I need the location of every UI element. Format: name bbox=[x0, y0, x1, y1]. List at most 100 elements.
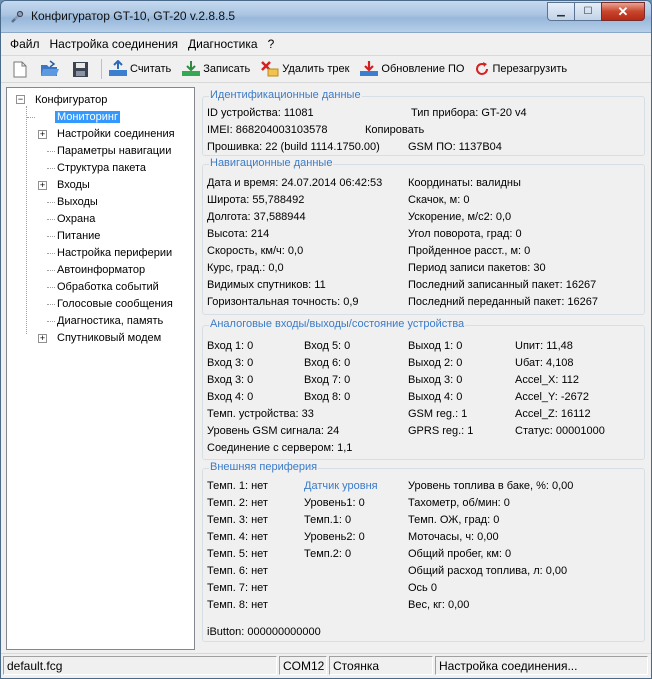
ext-value: Вес, кг: 0,00 bbox=[408, 599, 470, 611]
tree-connector-line bbox=[47, 151, 55, 152]
close-icon: ✕ bbox=[617, 3, 629, 19]
window-title: Конфигуратор GT-10, GT-20 v.2.8.8.5 bbox=[31, 9, 236, 23]
tree-item-outputs[interactable]: Выходы bbox=[55, 194, 100, 210]
imei: IMEI: 868204003103578 bbox=[207, 124, 328, 136]
expand-icon[interactable]: + bbox=[38, 130, 47, 139]
tree-connector-line bbox=[47, 287, 55, 288]
tree-item-satellite-modem[interactable]: Спутниковый модем bbox=[55, 330, 163, 346]
tree-item-diagnostics-memory[interactable]: Диагностика, память bbox=[55, 313, 165, 329]
expand-icon[interactable]: + bbox=[38, 181, 47, 190]
menu-bar: Файл Настройка соединения Диагностика ? bbox=[1, 34, 651, 54]
delete-track-icon bbox=[261, 61, 279, 77]
tree-item-power[interactable]: Питание bbox=[55, 228, 102, 244]
maximize-button[interactable]: ☐ bbox=[574, 2, 601, 21]
output-value: Выход 1: 0 bbox=[408, 340, 463, 352]
menu-help[interactable]: ? bbox=[263, 37, 280, 51]
accel-z-value: Accel_Z: 16112 bbox=[515, 408, 591, 420]
nav-value: Угол поворота, град: 0 bbox=[408, 228, 522, 240]
input-value: Вход 4: 0 bbox=[207, 391, 254, 403]
close-button[interactable]: ✕ bbox=[601, 2, 645, 21]
minimize-button[interactable]: ▁ bbox=[547, 2, 574, 21]
ident-group: Идентификационные данные ID устройства: … bbox=[202, 89, 645, 156]
tree-item-autoinformer[interactable]: Автоинформатор bbox=[55, 262, 147, 278]
open-file-button[interactable] bbox=[39, 58, 61, 80]
output-value: Выход 3: 0 bbox=[408, 374, 463, 386]
read-button[interactable]: Считать bbox=[108, 60, 171, 78]
read-label: Считать bbox=[130, 63, 172, 75]
nav-group-title: Навигационные данные bbox=[209, 157, 334, 169]
write-button[interactable]: Записать bbox=[181, 60, 250, 78]
delete-track-button[interactable]: Удалить трек bbox=[260, 60, 349, 78]
device-id: ID устройства: 11081 bbox=[207, 107, 314, 119]
copy-imei-button[interactable]: Копировать bbox=[365, 124, 424, 136]
firmware-version: Прошивка: 22 (build 1114.1750.00) bbox=[207, 141, 380, 153]
tree-item-navigation-params[interactable]: Параметры навигации bbox=[55, 143, 173, 159]
tree-connector-line bbox=[47, 219, 55, 220]
nav-value: Ускорение, м/с2: 0,0 bbox=[408, 211, 512, 223]
save-file-button[interactable] bbox=[69, 58, 91, 80]
tree-connector-line bbox=[47, 304, 55, 305]
gprs-reg: GPRS reg.: 1 bbox=[408, 425, 474, 437]
input-value: Вход 5: 0 bbox=[304, 340, 351, 352]
new-file-button[interactable] bbox=[9, 58, 31, 80]
tree-item-label: Обработка событий bbox=[57, 281, 159, 293]
nav-value: Пройденное расст., м: 0 bbox=[408, 245, 531, 257]
tree-connector-line bbox=[47, 236, 55, 237]
device-status: Статус: 00001000 bbox=[515, 425, 605, 437]
tree-item-packet-structure[interactable]: Структура пакета bbox=[55, 160, 148, 176]
ext-value: Моточасы, ч: 0,00 bbox=[408, 531, 499, 543]
tree-item-security[interactable]: Охрана bbox=[55, 211, 97, 227]
tree-root-configurator[interactable]: Конфигуратор bbox=[33, 92, 109, 108]
ext-temp: Темп. 5: нет bbox=[207, 548, 268, 560]
level1-value: Уровень1: 0 bbox=[304, 497, 365, 509]
nav-value: Дата и время: 24.07.2014 06:42:53 bbox=[207, 177, 383, 189]
input-value: Вход 3: 0 bbox=[207, 374, 254, 386]
output-value: Выход 2: 0 bbox=[408, 357, 463, 369]
nav-value: Скачок, м: 0 bbox=[408, 194, 470, 206]
nav-value: Долгота: 37,588944 bbox=[207, 211, 306, 223]
tree-connector-line bbox=[47, 253, 55, 254]
level-sensor-link[interactable]: Датчик уровня bbox=[304, 480, 378, 492]
navigation-tree[interactable]: − Конфигуратор Мониторинг + Настройки со… bbox=[6, 87, 195, 650]
title-bar[interactable]: Конфигуратор GT-10, GT-20 v.2.8.8.5 ▁ ☐ … bbox=[1, 1, 651, 33]
nav-value: Высота: 214 bbox=[207, 228, 270, 240]
tree-item-label: Диагностика, память bbox=[57, 315, 164, 327]
tree-item-label: Охрана bbox=[57, 213, 96, 225]
expand-icon[interactable]: + bbox=[38, 334, 47, 343]
tree-item-label: Питание bbox=[57, 230, 101, 242]
menu-diagnostics[interactable]: Диагностика bbox=[183, 37, 263, 51]
menu-file[interactable]: Файл bbox=[5, 37, 45, 51]
server-connection: Соединение с сервером: 1,1 bbox=[207, 442, 353, 454]
ext-value: Темп. ОЖ, град: 0 bbox=[408, 514, 500, 526]
status-port: COM12 bbox=[279, 656, 327, 675]
tree-item-label: Входы bbox=[57, 179, 90, 191]
device-type: Тип прибора: GT-20 v4 bbox=[411, 107, 527, 119]
tree-connector-line bbox=[47, 270, 55, 271]
tree-item-voice-messages[interactable]: Голосовые сообщения bbox=[55, 296, 175, 312]
tree-item-label: Автоинформатор bbox=[57, 264, 146, 276]
status-connection: Настройка соединения... bbox=[435, 656, 648, 675]
tree-item-connection-settings[interactable]: Настройки соединения bbox=[55, 126, 177, 142]
tree-item-peripheral-settings[interactable]: Настройка периферии bbox=[55, 245, 174, 261]
gsm-reg: GSM reg.: 1 bbox=[408, 408, 468, 420]
ext-temp: Темп. 4: нет bbox=[207, 531, 268, 543]
ext-value: Уровень топлива в баке, %: 0,00 bbox=[408, 480, 574, 492]
accel-y-value: Accel_Y: -2672 bbox=[515, 391, 589, 403]
tree-item-monitoring[interactable]: Мониторинг bbox=[55, 109, 121, 125]
input-value: Вход 6: 0 bbox=[304, 357, 351, 369]
io-group-title: Аналоговые входы/выходы/состояние устрой… bbox=[209, 318, 466, 330]
reboot-button[interactable]: Перезагрузить bbox=[474, 61, 567, 77]
collapse-icon[interactable]: − bbox=[16, 95, 25, 104]
menu-connection-settings[interactable]: Настройка соединения bbox=[45, 37, 183, 51]
update-firmware-button[interactable]: Обновление ПО bbox=[359, 60, 464, 78]
ext-group-title: Внешняя периферия bbox=[209, 461, 319, 473]
tree-item-event-processing[interactable]: Обработка событий bbox=[55, 279, 161, 295]
ext-temp: Темп. 6: нет bbox=[207, 565, 268, 577]
tree-item-inputs[interactable]: Входы bbox=[55, 177, 92, 193]
monitoring-panel: Идентификационные данные ID устройства: … bbox=[198, 87, 648, 650]
delete-track-label: Удалить трек bbox=[282, 63, 350, 75]
status-bar: default.fcg COM12 Стоянка Настройка соед… bbox=[1, 653, 651, 677]
ext-value: Общий пробег, км: 0 bbox=[408, 548, 512, 560]
toolbar-separator bbox=[101, 59, 102, 79]
write-arrow-icon bbox=[182, 61, 201, 76]
